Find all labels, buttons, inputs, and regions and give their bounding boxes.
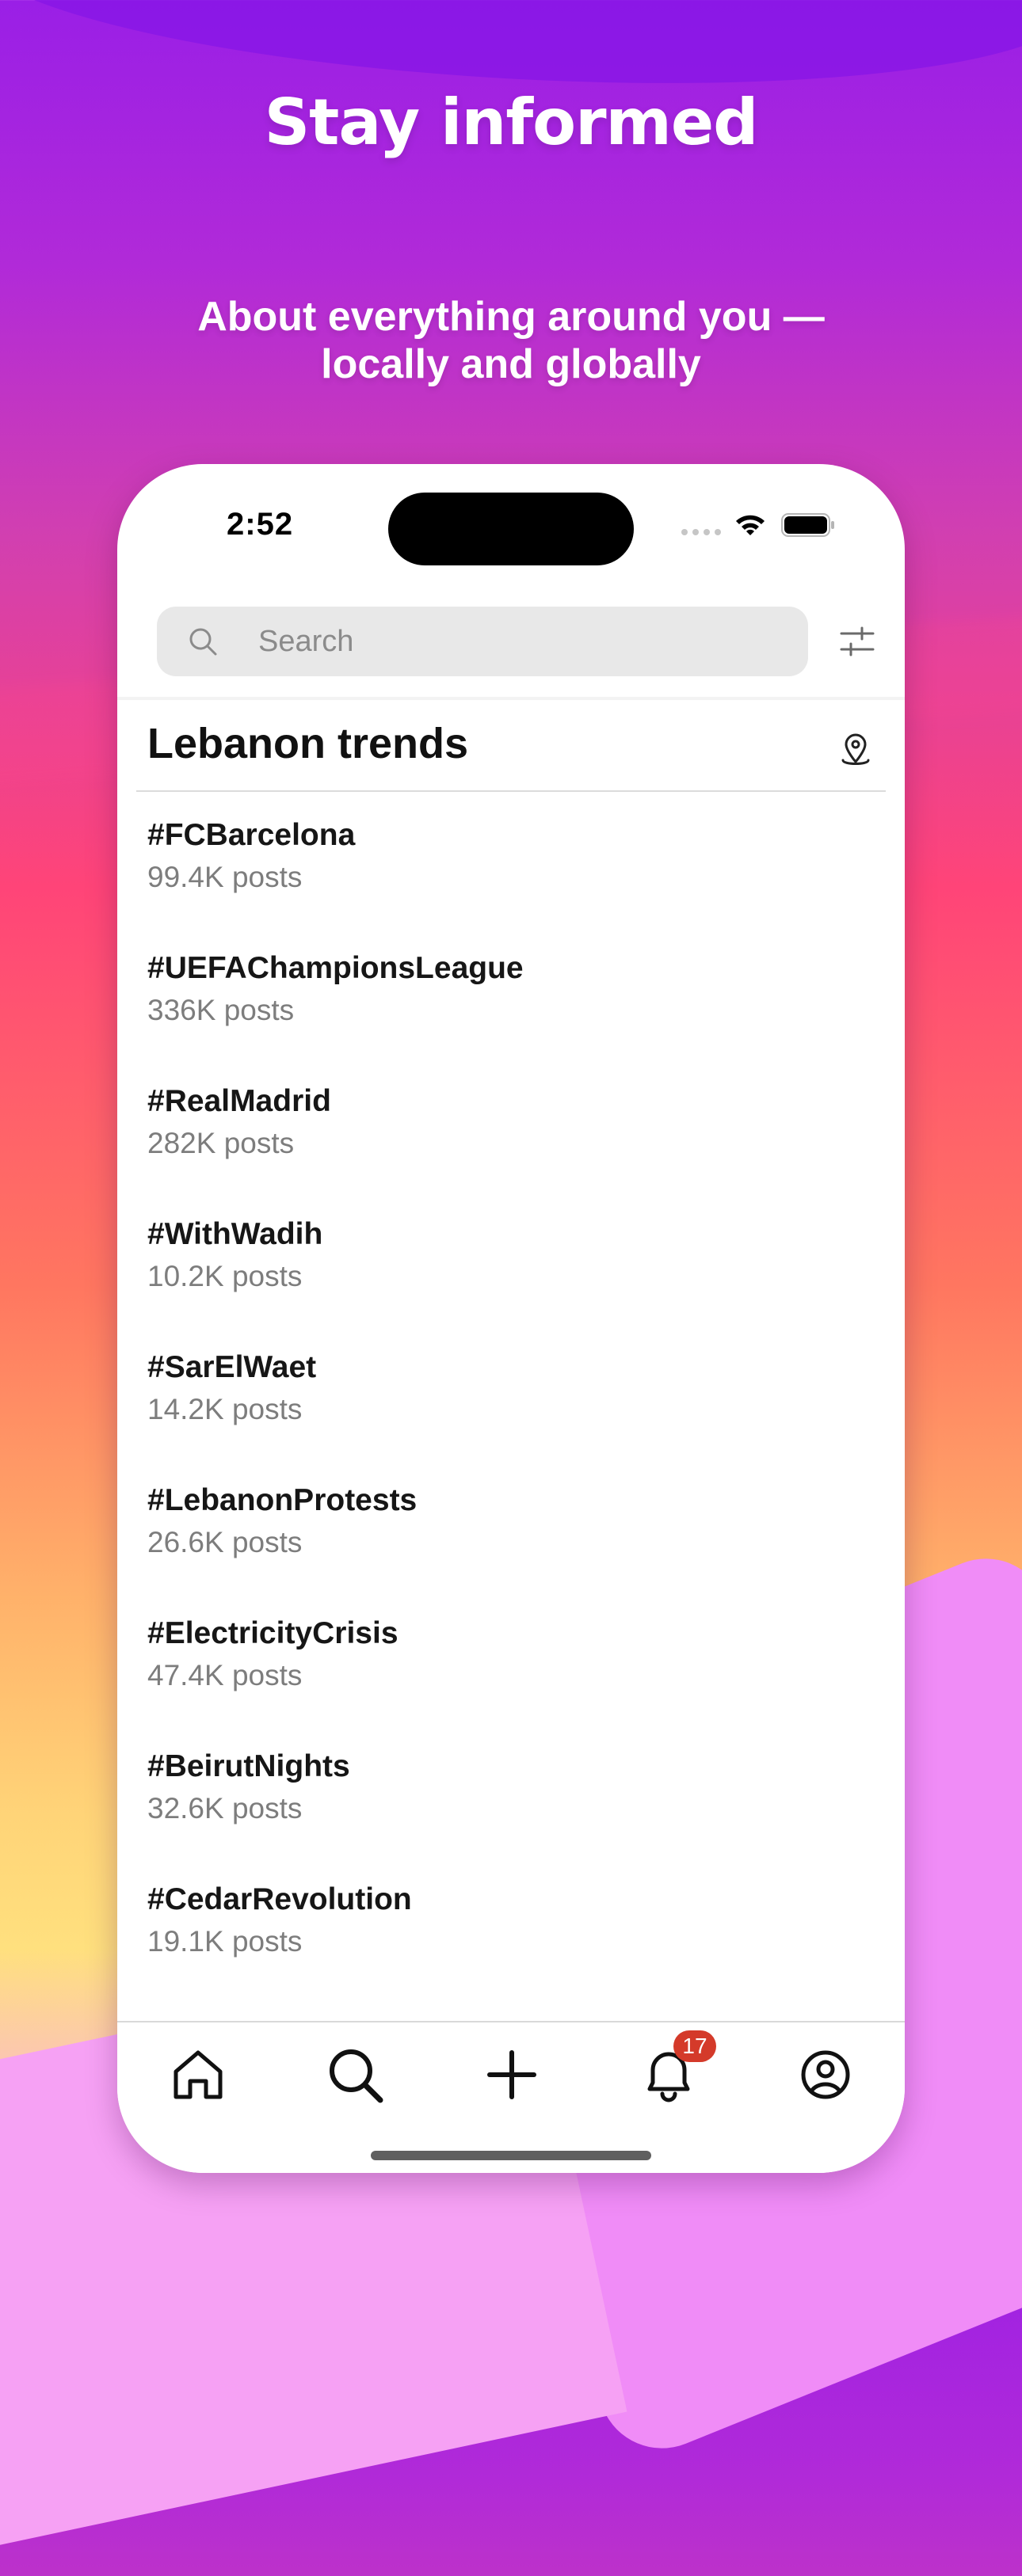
tab-create[interactable] bbox=[479, 2041, 545, 2108]
trend-item[interactable]: #BeirutNights 32.6K posts bbox=[147, 1748, 860, 1882]
trend-post-count: 336K posts bbox=[147, 994, 295, 1026]
trend-tag: #WithWadih bbox=[147, 1217, 323, 1251]
trend-item[interactable]: #ElectricityCrisis 47.4K posts bbox=[147, 1615, 860, 1748]
status-time: 2:52 bbox=[227, 507, 294, 542]
trends-list: #FCBarcelona 99.4K posts #UEFAChampionsL… bbox=[147, 817, 860, 2015]
search-icon bbox=[330, 2049, 383, 2103]
divider bbox=[136, 790, 886, 792]
trend-item[interactable]: #LebanonProtests 26.6K posts bbox=[147, 1482, 860, 1615]
battery-icon bbox=[781, 513, 834, 537]
trend-tag: #FCBarcelona bbox=[147, 818, 356, 852]
filter-sliders-icon[interactable] bbox=[838, 622, 876, 660]
trend-item[interactable]: #CedarRevolution 19.1K posts bbox=[147, 1882, 860, 2015]
trend-post-count: 10.2K posts bbox=[147, 1260, 303, 1292]
trend-tag: #BeirutNights bbox=[147, 1749, 350, 1783]
trend-item[interactable]: #SarElWaet 14.2K posts bbox=[147, 1349, 860, 1482]
dynamic-island bbox=[388, 493, 634, 565]
trend-item[interactable]: #WithWadih 10.2K posts bbox=[147, 1216, 860, 1349]
trend-tag: #SarElWaet bbox=[147, 1350, 317, 1384]
trend-tag: #LebanonProtests bbox=[147, 1483, 418, 1517]
trend-item[interactable]: #RealMadrid 282K posts bbox=[147, 1083, 860, 1216]
phone-screen: 2:52 Lebanon trends bbox=[117, 464, 905, 2173]
trend-post-count: 26.6K posts bbox=[147, 1526, 303, 1558]
trend-post-count: 19.1K posts bbox=[147, 1925, 303, 1958]
profile-icon bbox=[801, 2050, 850, 2099]
promo-title: Stay informed bbox=[264, 86, 759, 159]
trend-post-count: 14.2K posts bbox=[147, 1393, 303, 1425]
tab-search[interactable] bbox=[322, 2041, 388, 2108]
trend-post-count: 282K posts bbox=[147, 1127, 295, 1159]
notification-badge: 17 bbox=[673, 2030, 716, 2062]
trend-post-count: 32.6K posts bbox=[147, 1792, 303, 1825]
promo-subtitle: About everything around you — locally an… bbox=[197, 294, 825, 387]
plus-icon bbox=[487, 2050, 536, 2099]
trend-tag: #CedarRevolution bbox=[147, 1882, 412, 1916]
home-icon bbox=[174, 2050, 223, 2099]
trend-item[interactable]: #UEFAChampionsLeague 336K posts bbox=[147, 950, 860, 1083]
tab-profile[interactable] bbox=[792, 2041, 859, 2108]
trend-tag: #UEFAChampionsLeague bbox=[147, 951, 524, 985]
home-indicator bbox=[371, 2151, 651, 2160]
location-pin-icon[interactable] bbox=[837, 730, 875, 768]
wifi-icon bbox=[736, 515, 765, 535]
trend-post-count: 99.4K posts bbox=[147, 861, 303, 893]
tab-home[interactable] bbox=[165, 2041, 231, 2108]
status-bar: 2:52 bbox=[117, 464, 905, 583]
trend-post-count: 47.4K posts bbox=[147, 1659, 303, 1691]
cellular-signal-icon bbox=[681, 529, 721, 535]
trend-tag: #RealMadrid bbox=[147, 1084, 331, 1118]
trend-tag: #ElectricityCrisis bbox=[147, 1616, 399, 1650]
trend-item[interactable]: #FCBarcelona 99.4K posts bbox=[147, 817, 860, 950]
search-icon bbox=[189, 628, 217, 656]
search-input[interactable] bbox=[258, 607, 781, 676]
search-bar[interactable] bbox=[157, 607, 808, 676]
trends-title: Lebanon trends bbox=[147, 720, 469, 767]
divider bbox=[117, 697, 905, 700]
